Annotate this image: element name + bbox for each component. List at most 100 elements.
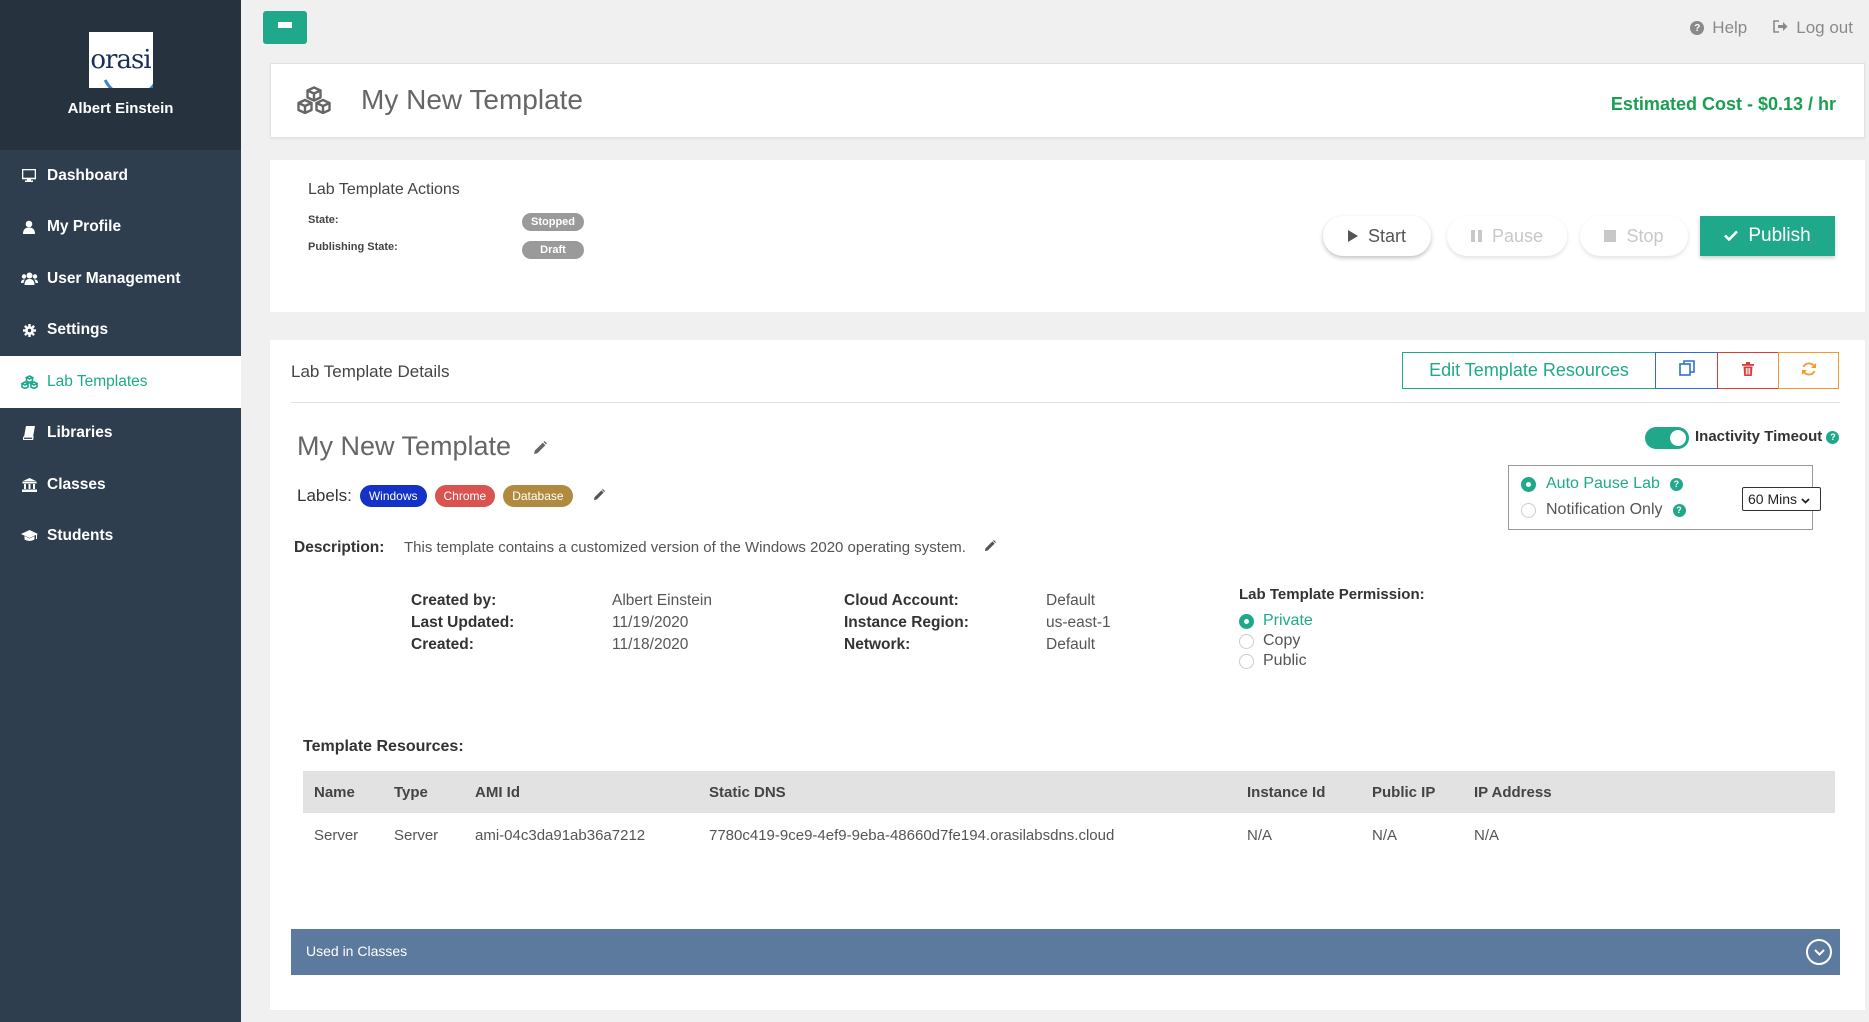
sidebar-item-lab-templates[interactable]: Lab Templates: [0, 356, 241, 408]
sidebar-item-label: Lab Templates: [47, 372, 148, 390]
permission-private-radio[interactable]: Private: [1239, 612, 1313, 630]
delete-button[interactable]: [1717, 352, 1779, 389]
timeout-selected-value: 60 Mins: [1748, 491, 1798, 507]
page-title: My New Template: [361, 84, 584, 115]
edit-labels-pencil-icon[interactable]: [593, 488, 605, 504]
permission-option-label: Copy: [1263, 632, 1301, 649]
graduation-cap-icon: [20, 530, 38, 542]
created-value: 11/18/2020: [612, 636, 689, 653]
notification-only-label: Notification Only: [1546, 501, 1663, 518]
sidebar-item-my-profile[interactable]: My Profile: [0, 202, 241, 254]
permission-option-label: Private: [1263, 612, 1313, 629]
notification-only-radio[interactable]: Notification Only ?: [1521, 501, 1686, 519]
start-button[interactable]: Start: [1323, 216, 1431, 256]
description-label: Description:: [294, 539, 385, 556]
table-cell: Server: [394, 826, 439, 844]
sidebar-item-label: Settings: [47, 321, 109, 339]
template-name: My New Template: [297, 431, 547, 462]
permission-title: Lab Template Permission:: [1239, 586, 1425, 603]
user-icon: [20, 220, 38, 235]
sidebar-item-classes[interactable]: Classes: [0, 459, 241, 511]
top-bar: ? Help Log out: [241, 0, 1869, 60]
copy-button[interactable]: [1655, 352, 1718, 389]
timeout-select[interactable]: 60 Mins: [1742, 487, 1821, 511]
sidebar-header: orasi Albert Einstein: [0, 0, 241, 150]
radio-unchecked-icon: [1521, 502, 1536, 518]
publishing-state-label: Publishing State:: [308, 241, 398, 253]
description-row: Description: This template contains a cu…: [294, 539, 997, 557]
pause-icon: [1470, 226, 1482, 247]
cubes-icon: [297, 86, 331, 119]
resources-table: Name Type AMI Id Static DNS Instance Id …: [303, 771, 1835, 857]
help-label: Help: [1712, 18, 1748, 37]
sidebar-item-label: User Management: [47, 269, 181, 287]
actions-title: Lab Template Actions: [308, 181, 460, 198]
labels-row: Labels: Windows Chrome Database: [297, 485, 605, 507]
permission-public-radio[interactable]: Public: [1239, 652, 1307, 670]
used-in-classes-panel[interactable]: Used in Classes: [291, 929, 1840, 975]
radio-unchecked-icon: [1239, 633, 1254, 649]
network-label: Network:: [844, 636, 911, 653]
edit-description-pencil-icon[interactable]: [984, 539, 997, 555]
state-badge: Stopped: [522, 213, 584, 231]
edit-name-pencil-icon[interactable]: [533, 441, 547, 458]
help-icon[interactable]: ?: [1672, 503, 1686, 517]
play-icon: [1347, 226, 1358, 247]
pause-label: Pause: [1491, 225, 1544, 246]
menu-toggle-button[interactable]: [263, 11, 307, 44]
copy-icon: [1678, 360, 1695, 381]
help-link[interactable]: ? Help: [1690, 18, 1747, 38]
edit-template-resources-button[interactable]: Edit Template Resources: [1402, 352, 1656, 389]
table-row: Server Server ami-04c3da91ab36a7212 7780…: [303, 813, 1835, 857]
publish-label: Publish: [1748, 225, 1811, 246]
cloud-account-value: Default: [1046, 592, 1096, 609]
help-icon[interactable]: ?: [1826, 430, 1840, 444]
refresh-button[interactable]: [1778, 352, 1839, 389]
description-value: This template contains a customized vers…: [404, 539, 966, 556]
description-text: This template contains a customized vers…: [404, 539, 997, 556]
details-action-group: Edit Template Resources: [1402, 352, 1839, 389]
chevron-down-circle-icon[interactable]: [1806, 939, 1832, 965]
sidebar-user-name: Albert Einstein: [67, 100, 174, 117]
sidebar-item-students[interactable]: Students: [0, 511, 241, 563]
inactivity-timeout-toggle[interactable]: [1645, 427, 1689, 449]
top-links: ? Help Log out: [1690, 18, 1853, 38]
sidebar-item-settings[interactable]: Settings: [0, 305, 241, 357]
hamburger-icon: [278, 22, 292, 33]
sign-out-icon: [1773, 18, 1788, 38]
used-in-classes-label: Used in Classes: [306, 943, 408, 959]
lab-template-details-card: Lab Template Details Edit Template Resou…: [270, 340, 1865, 1010]
sidebar-item-label: My Profile: [47, 218, 122, 236]
sidebar: orasi Albert Einstein Dashboard My Profi…: [0, 0, 241, 1022]
label-tag: Windows: [359, 485, 427, 507]
publish-button[interactable]: Publish: [1700, 216, 1835, 256]
permission-copy-radio[interactable]: Copy: [1239, 632, 1300, 650]
table-cell: 7780c419-9ce9-4ef9-9eba-48660d7fe194.ora…: [709, 826, 1115, 844]
logout-label: Log out: [1796, 18, 1853, 37]
auto-pause-label: Auto Pause Lab: [1546, 475, 1660, 492]
sidebar-item-user-management[interactable]: User Management: [0, 253, 241, 305]
users-icon: [20, 272, 38, 286]
auto-pause-radio[interactable]: Auto Pause Lab ?: [1521, 475, 1683, 493]
label-tag: Database: [503, 485, 573, 507]
monitor-icon: [20, 169, 38, 183]
label-tag: Chrome: [434, 485, 496, 507]
stop-button[interactable]: Stop: [1580, 216, 1688, 256]
cubes-icon: [20, 374, 38, 389]
state-label: State:: [308, 214, 339, 226]
sidebar-item-libraries[interactable]: Libraries: [0, 408, 241, 460]
template-name-text: My New Template: [297, 431, 512, 461]
network-value: Default: [1046, 636, 1096, 653]
cloud-account-label: Cloud Account:: [844, 592, 959, 609]
sidebar-item-dashboard[interactable]: Dashboard: [0, 150, 241, 202]
created-by-value: Albert Einstein: [612, 592, 712, 609]
created-label: Created:: [411, 636, 474, 653]
pause-button[interactable]: Pause: [1447, 216, 1567, 256]
page-header-card: My New Template Estimated Cost - $0.13 /…: [270, 63, 1865, 138]
help-icon[interactable]: ?: [1669, 477, 1683, 491]
column-header: Instance Id: [1236, 771, 1361, 813]
institution-icon: [20, 477, 38, 492]
column-header: Public IP: [1361, 771, 1463, 813]
template-resources-title: Template Resources:: [303, 738, 464, 755]
logout-link[interactable]: Log out: [1773, 18, 1853, 38]
